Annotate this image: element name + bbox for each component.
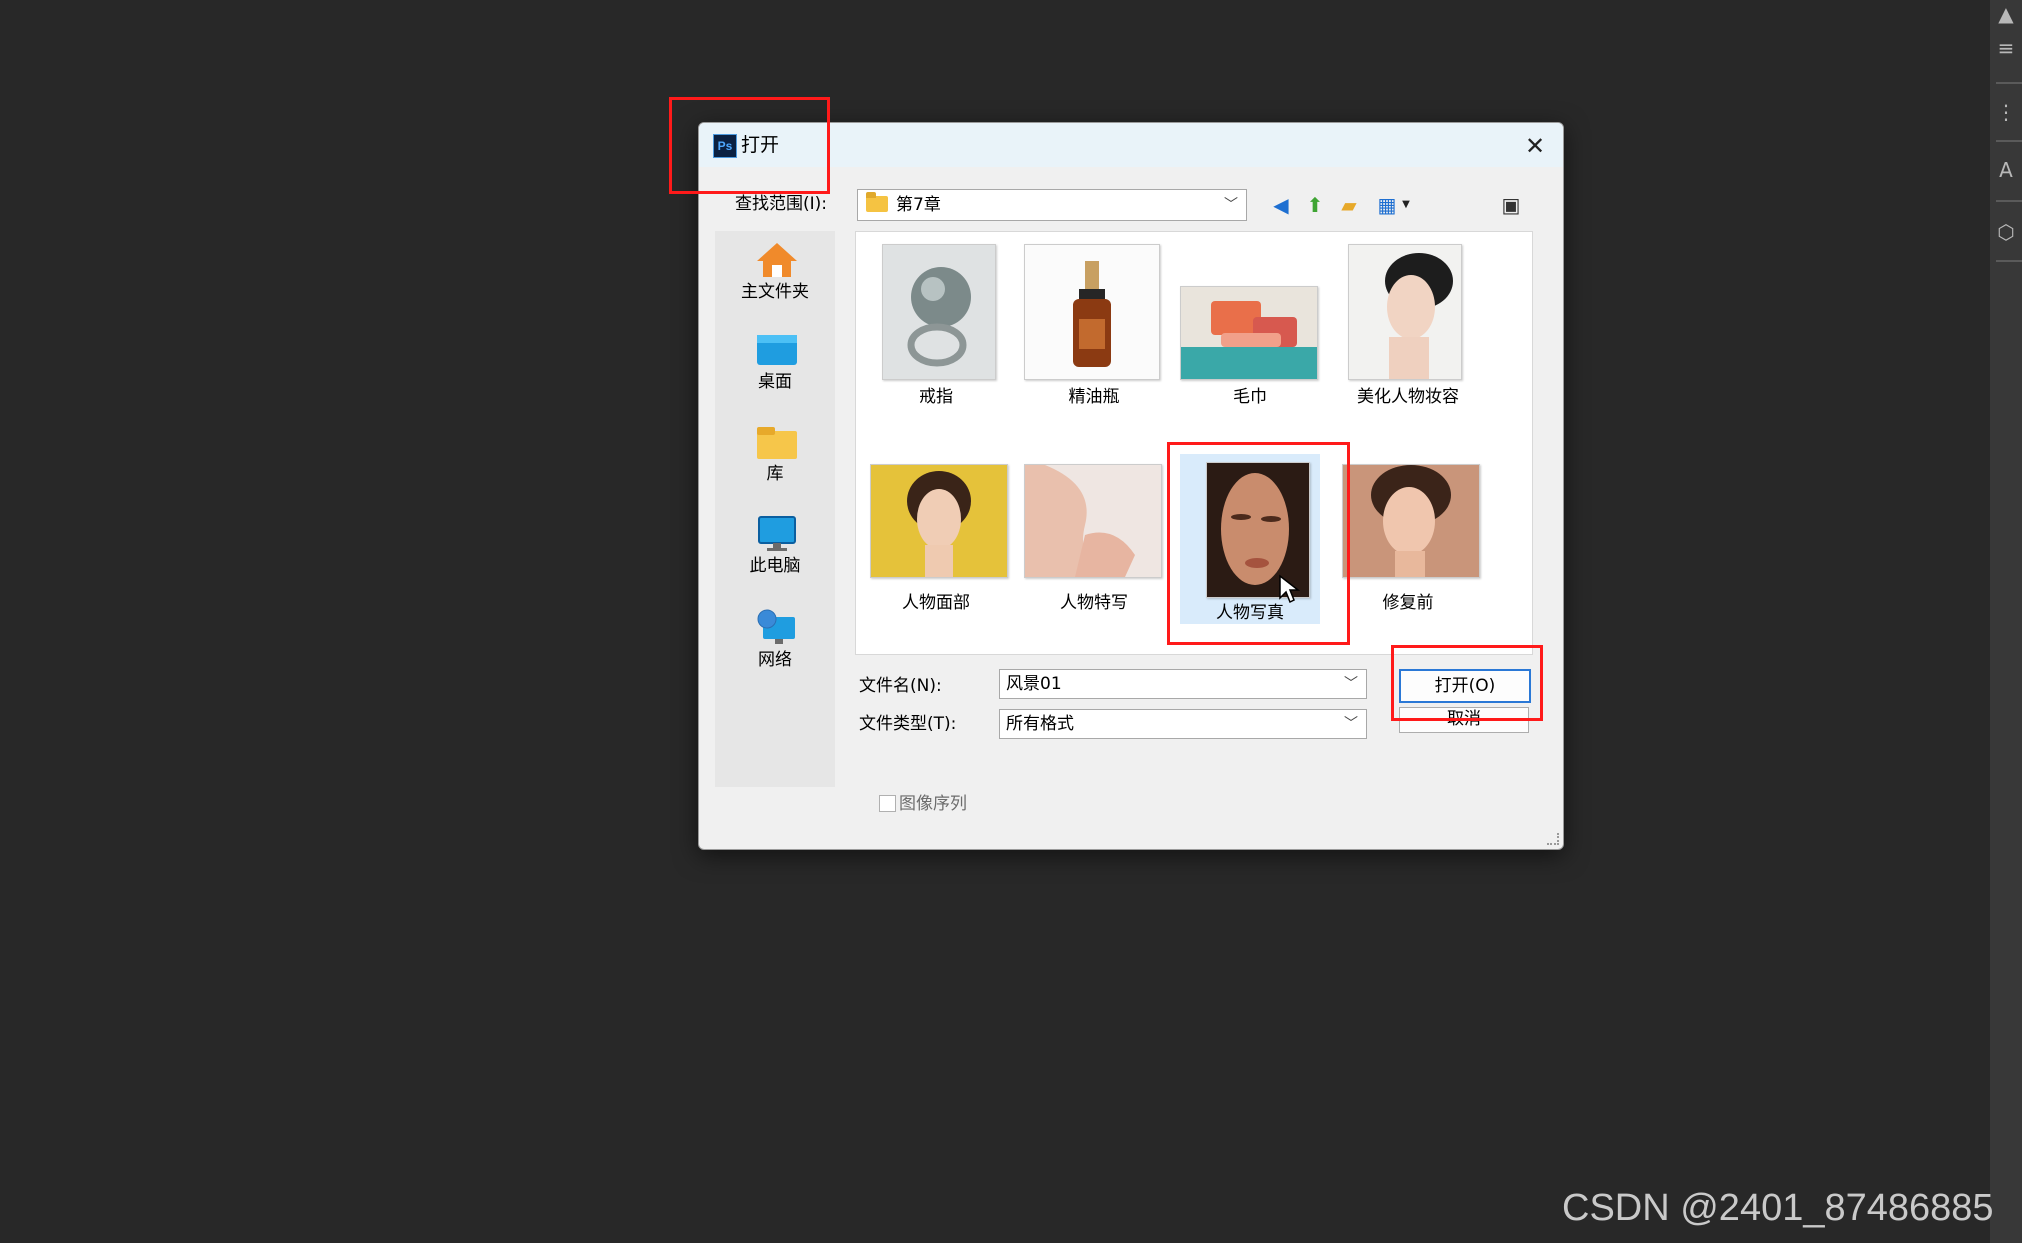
panel-layers-icon[interactable]: ≡ xyxy=(1996,38,2016,58)
chevron-down-icon: ﹀ xyxy=(1224,197,1238,213)
file-label: 美化人物妆容 xyxy=(1357,387,1459,407)
new-folder-icon[interactable]: ▰ xyxy=(1337,193,1361,217)
mouse-cursor-icon xyxy=(1279,574,1300,604)
panel-separator xyxy=(1996,82,2022,84)
place-label: 桌面 xyxy=(758,372,792,392)
chevron-down-icon[interactable]: ﹀ xyxy=(1344,713,1358,735)
panel-grid-icon[interactable]: ⋮ xyxy=(1996,102,2016,122)
panel-separator xyxy=(1996,200,2022,202)
panel-separator xyxy=(1996,140,2022,142)
file-label: 人物面部 xyxy=(902,593,970,613)
place-desktop[interactable]: 桌面 xyxy=(715,331,835,401)
file-item[interactable]: 修复前 xyxy=(1338,454,1480,634)
file-item[interactable]: 人物面部 xyxy=(866,454,1008,634)
watermark: CSDN @2401_87486885 xyxy=(1562,1187,1994,1229)
home-icon xyxy=(757,243,797,277)
file-item[interactable]: 毛巾 xyxy=(1180,236,1320,416)
file-type-label: 文件类型(T): xyxy=(859,714,957,734)
file-item[interactable]: 美化人物妆容 xyxy=(1338,236,1478,416)
panel-tool-icon[interactable]: ▲ xyxy=(1996,4,2016,24)
resize-grip-icon[interactable] xyxy=(1547,833,1559,845)
panel-character-icon[interactable]: A xyxy=(1996,160,2016,180)
network-icon xyxy=(757,609,795,644)
look-in-label: 查找范围(I): xyxy=(735,194,828,214)
place-label: 库 xyxy=(766,464,784,484)
file-label: 毛巾 xyxy=(1233,387,1267,407)
view-menu-arrow-icon[interactable]: ▼ xyxy=(1399,193,1413,217)
highlight-box-title xyxy=(669,97,830,194)
open-file-dialog: Ps 打开 ✕ 查找范围(I): 第7章 ﹀ ◀ ⬆ ▰ ▦ ▼ ▣ 主文件夹 … xyxy=(698,122,1564,850)
file-label: 修复前 xyxy=(1382,593,1434,613)
close-icon[interactable]: ✕ xyxy=(1519,131,1551,161)
place-network[interactable]: 网络 xyxy=(715,609,835,679)
file-type-dropdown[interactable]: 所有格式 ﹀ xyxy=(999,709,1367,739)
places-bar: 主文件夹 桌面 库 此电脑 网络 xyxy=(715,231,835,787)
file-item[interactable]: 精油瓶 xyxy=(1024,236,1164,416)
place-label: 此电脑 xyxy=(749,556,801,576)
file-thumbnail xyxy=(1180,286,1318,380)
bridge-icon[interactable]: ▣ xyxy=(1499,193,1523,217)
panel-separator xyxy=(1996,260,2022,262)
place-label: 主文件夹 xyxy=(741,282,809,302)
file-item[interactable]: 戒指 xyxy=(866,236,1006,416)
file-thumbnail xyxy=(1024,244,1160,380)
view-menu-icon[interactable]: ▦ xyxy=(1375,193,1399,217)
right-panel-strip: ▲ ≡ ⋮ A ⬡ xyxy=(1990,0,2022,1243)
highlight-box-open-button xyxy=(1391,645,1543,721)
file-name-label: 文件名(N): xyxy=(859,676,942,696)
computer-icon xyxy=(758,516,796,551)
place-library[interactable]: 库 xyxy=(715,423,835,493)
look-in-value: 第7章 xyxy=(896,195,941,215)
file-label: 精油瓶 xyxy=(1068,387,1120,407)
look-in-dropdown[interactable]: 第7章 ﹀ xyxy=(857,189,1247,221)
panel-3d-icon[interactable]: ⬡ xyxy=(1996,222,2016,242)
place-label: 网络 xyxy=(758,650,792,670)
image-sequence-label: 图像序列 xyxy=(899,794,967,814)
file-label: 人物特写 xyxy=(1060,593,1128,613)
file-item[interactable]: 人物特写 xyxy=(1024,454,1164,634)
highlight-box-selected-file xyxy=(1167,442,1350,645)
place-home[interactable]: 主文件夹 xyxy=(715,241,835,311)
file-thumbnail xyxy=(1348,244,1462,380)
file-name-input[interactable]: 风景01 ﹀ xyxy=(999,669,1367,699)
chevron-down-icon[interactable]: ﹀ xyxy=(1344,673,1358,695)
file-name-value: 风景01 xyxy=(1006,674,1062,694)
file-thumbnail xyxy=(870,464,1008,578)
desktop-icon xyxy=(757,335,797,365)
back-icon[interactable]: ◀ xyxy=(1269,193,1293,217)
folder-icon xyxy=(866,192,888,212)
image-sequence-checkbox[interactable] xyxy=(879,795,896,812)
up-folder-icon[interactable]: ⬆ xyxy=(1303,193,1327,217)
file-thumbnail xyxy=(882,244,996,380)
place-this-pc[interactable]: 此电脑 xyxy=(715,515,835,585)
file-label: 戒指 xyxy=(919,387,953,407)
file-thumbnail xyxy=(1342,464,1480,578)
file-type-value: 所有格式 xyxy=(1006,714,1074,734)
file-thumbnail xyxy=(1024,464,1162,578)
library-folder-icon xyxy=(757,427,797,459)
